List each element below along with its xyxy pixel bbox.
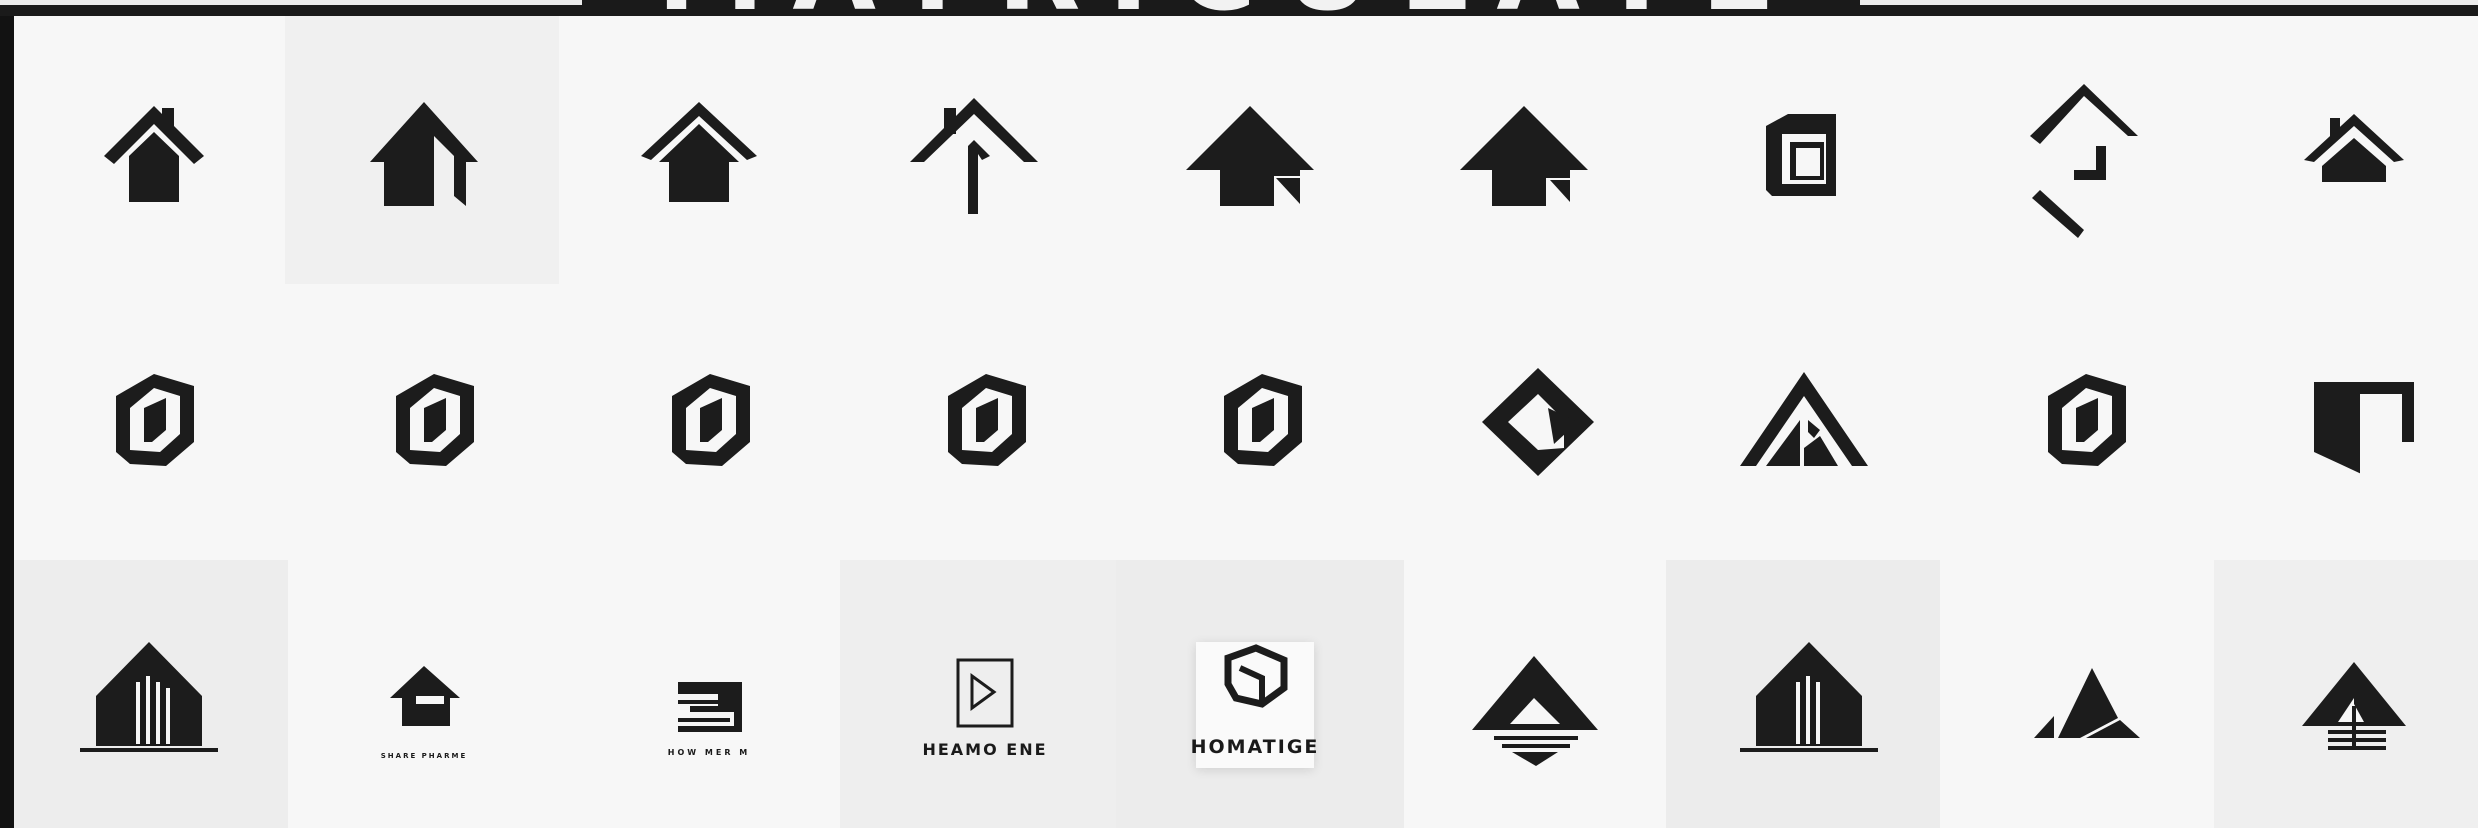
- logo-tile: HOW MER M: [634, 636, 784, 786]
- logo-label: HEAMO ENE: [922, 740, 1048, 759]
- logo-tile: HOMATIGE: [1180, 640, 1330, 780]
- logo-tile: [74, 626, 224, 786]
- logo-tile: [1734, 626, 1884, 786]
- split-triangle-icon: [2034, 668, 2140, 738]
- triangle-roof-icon: [1740, 372, 1868, 466]
- house-chimney-icon: [104, 106, 204, 202]
- logo-tile: [2294, 96, 2414, 216]
- logo-tile: [1730, 86, 1870, 226]
- logo-tile: [94, 356, 214, 486]
- small-house-icon: [390, 666, 460, 726]
- logo-tile: SHARE PHARME: [354, 636, 494, 786]
- logo-tile: [2014, 642, 2154, 772]
- house-columns-icon: [1740, 642, 1878, 752]
- house-columns-icon: [80, 642, 218, 752]
- logo-tile: [354, 86, 494, 226]
- logo-tile: [1460, 636, 1610, 786]
- logo-tile: [2004, 66, 2164, 246]
- banner-text: MATRICULATE: [610, 0, 1850, 20]
- logo-tile: [629, 86, 769, 226]
- broken-diamond-icon: [2030, 84, 2138, 238]
- diamond-arrow-icon: [1482, 368, 1594, 476]
- top-rule-right: [1860, 0, 2478, 5]
- arrow-up-chimney-icon: [910, 98, 1038, 214]
- logo-tile: [84, 86, 224, 226]
- logo-tile: [2284, 642, 2424, 782]
- house-striped-icon: [2302, 662, 2406, 750]
- logo-tile: [1454, 86, 1594, 226]
- logo-tile: [2026, 356, 2146, 486]
- folded-block-icon: [2314, 382, 2414, 478]
- logo-grid: SHARE PHARME HOW MER M HEAMO ENE HOMATIG…: [14, 16, 2478, 828]
- box-frame-icon: [1766, 114, 1836, 196]
- logo-tile: [1202, 356, 1322, 486]
- cube-outline-icon: [1224, 644, 1288, 708]
- triangle-stripes-icon: [1472, 656, 1598, 766]
- logo-tile: [374, 356, 494, 486]
- logo-tile: [1734, 356, 1874, 486]
- logo-tile: [926, 356, 1046, 486]
- house-notch-icon: [1460, 106, 1588, 206]
- hexagon-box-icon: [396, 374, 474, 466]
- hexagon-box-icon: [116, 374, 194, 466]
- logo-tile: [1468, 352, 1608, 492]
- logo-tile: [650, 356, 770, 486]
- hexagon-box-icon: [2048, 374, 2126, 466]
- house-folded-corner-icon: [1186, 106, 1314, 206]
- hexagon-box-icon: [672, 374, 750, 466]
- logo-label: SHARE PHARME: [380, 752, 468, 760]
- logo-label: HOMATIGE: [1190, 736, 1320, 758]
- hexagon-box-icon: [1224, 374, 1302, 466]
- house-double-roof-icon: [641, 102, 757, 202]
- logo-tile: HEAMO ENE: [910, 656, 1060, 786]
- house-split-arrow-icon: [370, 102, 478, 206]
- logo-tile: [904, 86, 1044, 226]
- small-house-chimney-icon: [2304, 114, 2404, 182]
- logo-tile: [2304, 356, 2424, 496]
- logo-tile: [1180, 86, 1320, 226]
- logo-label: HOW MER M: [667, 748, 751, 757]
- stacked-box-icon: [678, 682, 742, 732]
- hexagon-box-icon: [948, 374, 1026, 466]
- play-frame-icon: [956, 658, 1014, 728]
- top-rule-left: [0, 0, 582, 5]
